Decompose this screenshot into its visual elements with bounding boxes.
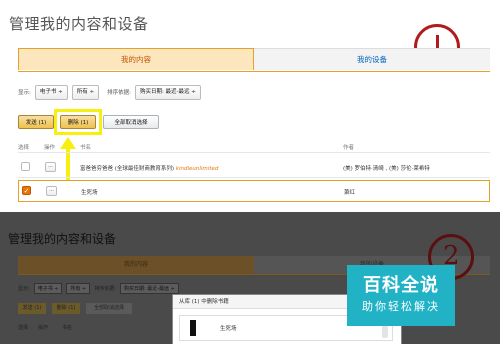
show-label-dimmed: 显示: xyxy=(18,286,30,292)
dialog-book-title: 生死场 xyxy=(220,326,237,332)
row-1-title-text[interactable]: 富爸爸穷爸爸 (全球最佳财商教育系列) xyxy=(80,166,174,172)
delete-confirm-panel: 管理我的内容和设备 我的内容 我的设备 显示: 电子书 ÷ 所有 ÷ 排序依据:… xyxy=(0,212,500,344)
sort-label-dimmed: 排序依据: xyxy=(94,286,116,292)
deselect-all-button-dimmed: 全部取消选择 xyxy=(86,303,132,314)
row-2-author: 萧红 xyxy=(344,190,356,196)
col-action: 操作 xyxy=(44,145,56,151)
watermark-main-text: 百科全说 xyxy=(363,275,439,296)
row-1-title[interactable]: 富爸爸穷爸爸 (全球最佳财商教育系列) kindleunlimited xyxy=(80,164,218,172)
filter-bar: 显示: 电子书 ÷ 所有 ÷ 排序依据: 购买日期: 最近-最远 ÷ xyxy=(18,84,201,100)
col-title[interactable]: 书名 xyxy=(80,143,91,151)
tab-my-devices[interactable]: 我的设备 xyxy=(254,48,490,70)
book-cover-thumbnail xyxy=(190,320,196,336)
delete-button-dimmed: 删除 (1) xyxy=(52,303,80,314)
sort-select-dimmed: 购买日期: 最近-最远 ÷ xyxy=(119,283,179,294)
row-1-checkbox[interactable] xyxy=(21,162,30,171)
watermark-sub-text: 助你轻松解决 xyxy=(362,300,440,313)
row-2-title[interactable]: 生死场 xyxy=(81,188,98,196)
table-row-selected[interactable]: ✓ ... 生死场 萧红 xyxy=(18,180,490,202)
baike-watermark-logo: 百科全说 助你轻松解决 xyxy=(347,265,455,326)
send-button-dimmed: 发送 (1) xyxy=(18,303,46,314)
col-title-dimmed: 书名 xyxy=(62,325,73,331)
page-title-dimmed: 管理我的内容和设备 xyxy=(8,232,117,246)
col-select: 选择 xyxy=(18,145,30,151)
kindle-unlimited-badge: kindleunlimited xyxy=(175,166,219,172)
header-divider xyxy=(18,152,490,153)
col-select-dimmed: 选择 xyxy=(18,325,29,331)
scope-select[interactable]: 所有 ÷ xyxy=(71,84,100,100)
content-type-select-dimmed: 电子书 ÷ xyxy=(33,283,63,294)
sort-select[interactable]: 购买日期: 最近-最远 ÷ xyxy=(134,84,201,100)
row-divider xyxy=(18,177,490,178)
tab-my-content[interactable]: 我的内容 xyxy=(18,48,254,70)
filter-bar-dimmed: 显示: 电子书 ÷ 所有 ÷ 排序依据: 购买日期: 最近-最远 ÷ xyxy=(18,283,179,294)
scope-select-dimmed: 所有 ÷ xyxy=(66,283,91,294)
send-button[interactable]: 发送 (1) xyxy=(18,115,54,129)
row-2-action-button[interactable]: ... xyxy=(46,186,57,196)
highlight-box xyxy=(54,109,102,135)
sort-label: 排序依据: xyxy=(107,90,131,96)
col-action-dimmed: 操作 xyxy=(38,325,49,331)
row-1-action-button[interactable]: ... xyxy=(45,162,56,172)
row-2-checkbox-checked[interactable]: ✓ xyxy=(22,186,31,195)
tab-my-content-dimmed: 我的内容 xyxy=(18,256,254,274)
show-label: 显示: xyxy=(18,90,31,96)
page-title: 管理我的内容和设备 xyxy=(9,15,149,33)
col-author[interactable]: 作者 xyxy=(343,143,354,151)
content-type-select[interactable]: 电子书 ÷ xyxy=(34,84,68,100)
content-manager-panel: 管理我的内容和设备 我的内容 我的设备 显示: 电子书 ÷ 所有 ÷ 排序依据:… xyxy=(0,0,500,212)
row-1-author: (美) 罗伯特·清崎 , (美) 莎伦·莱希特 xyxy=(343,166,430,172)
deselect-all-button[interactable]: 全部取消选择 xyxy=(103,115,159,129)
content-tabs: 我的内容 我的设备 xyxy=(18,48,490,72)
